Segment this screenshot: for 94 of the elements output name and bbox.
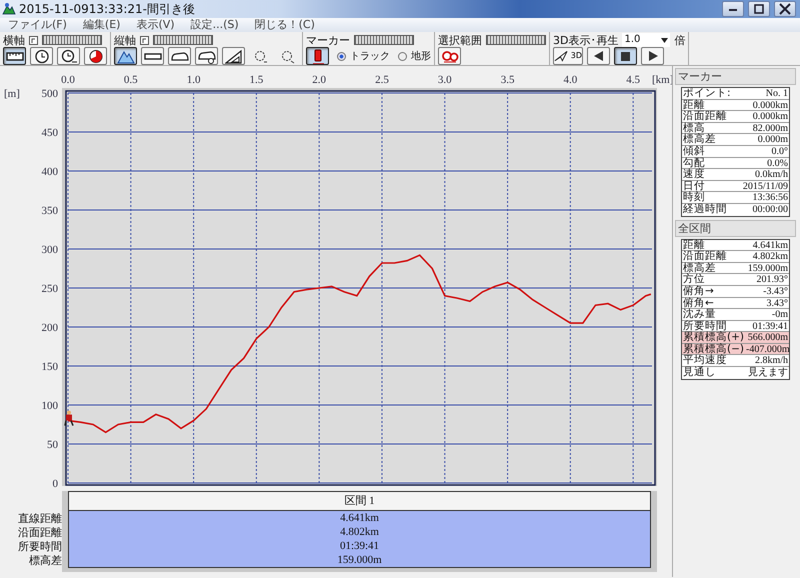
info-label: 勾配 xyxy=(683,158,705,168)
info-value: 00:00:00 xyxy=(751,204,788,216)
x-tick-label: 3.5 xyxy=(500,74,514,86)
info-value: -0m xyxy=(770,309,788,320)
info-label: 標高差 xyxy=(683,262,716,274)
row-label: 沿面距離 xyxy=(17,526,62,540)
group-label: 縦軸 xyxy=(114,34,136,46)
y-tick-label: 100 xyxy=(42,400,58,412)
info-value: No. 1 xyxy=(764,88,788,99)
info-label: 平均速度 xyxy=(683,355,727,366)
panel-header: マーカー xyxy=(675,68,796,85)
radio-option[interactable]: トラック xyxy=(337,48,390,64)
info-value: 0.000m xyxy=(756,134,788,145)
info-label: 日付 xyxy=(683,180,705,192)
info-label: 距離 xyxy=(683,100,705,110)
info-label: 沈み量 xyxy=(683,309,716,320)
info-label: 標高 xyxy=(683,122,705,134)
info-value: 見えます xyxy=(747,367,788,379)
y-tick-label: 300 xyxy=(42,244,58,256)
table-cell-text: 159.000m xyxy=(336,553,383,567)
info-label: 沿面距離 xyxy=(683,111,727,122)
panel-header: 全区間 xyxy=(675,220,796,237)
y-tick-label: 500 xyxy=(42,88,58,100)
section-header: 区間 1 xyxy=(68,491,651,511)
info-value: 201.93° xyxy=(756,274,788,285)
info-value: 3.43° xyxy=(766,298,788,308)
menu-item[interactable]: ファイル(F) xyxy=(8,18,67,32)
info-label: 俯角← xyxy=(683,298,714,308)
info-value: 4.802km xyxy=(752,251,788,262)
menu-item[interactable]: 編集(E) xyxy=(82,18,120,32)
x-tick-label: 3.0 xyxy=(438,74,452,86)
info-label: 累積標高(−) xyxy=(683,344,744,354)
info-label: 俯角→ xyxy=(683,286,714,296)
y-tick-label: 450 xyxy=(42,127,58,139)
x-tick-label: 0.0 xyxy=(61,74,75,86)
x-tick-label: 2.5 xyxy=(375,74,389,86)
info-value: 2015/11/09 xyxy=(742,180,788,192)
row-label: 直線距離 xyxy=(17,512,62,526)
info-value: 0.000km xyxy=(752,111,788,122)
radio-option[interactable]: 地形 xyxy=(398,48,431,64)
y-axis-unit: [m] xyxy=(4,88,20,100)
info-label: 傾斜 xyxy=(683,146,705,157)
table-cell-text: 01:39:41 xyxy=(338,539,380,553)
info-value: -3.43° xyxy=(762,286,788,296)
group-label: マーカー xyxy=(306,34,350,46)
x-tick-label: 0.5 xyxy=(124,74,138,86)
window-title: 2015-11-0913:33:21-間引き後 xyxy=(19,1,196,18)
info-label: 沿面距離 xyxy=(683,251,727,262)
info-label: 累積標高(+) xyxy=(683,332,744,343)
menu-item[interactable]: 閉じる！(C) xyxy=(254,18,315,32)
info-value: 0.0km/h xyxy=(754,169,788,180)
y-tick-label: 50 xyxy=(47,439,58,451)
y-tick-label: 250 xyxy=(42,283,58,295)
info-label: 時刻 xyxy=(683,192,705,203)
info-label: 見通し xyxy=(683,367,716,379)
y-tick-label: 0 xyxy=(52,478,58,490)
y-tick-label: 350 xyxy=(42,205,58,217)
menu-item[interactable]: 表示(V) xyxy=(136,18,175,32)
info-label: 速度 xyxy=(683,169,705,180)
row-label: 標高差 xyxy=(28,554,62,568)
info-label: 距離 xyxy=(683,240,705,250)
info-label: ポイント: xyxy=(683,88,731,99)
info-value: 13:36:56 xyxy=(751,192,788,203)
info-value: 4.641km xyxy=(752,240,788,250)
x-tick-label: 4.5 xyxy=(626,74,640,86)
speed-dropdown[interactable]: 1.0 xyxy=(622,33,670,47)
info-value: 566.000m xyxy=(746,332,788,343)
info-label: 経過時間 xyxy=(683,204,727,216)
group-label: 3D表示･再生 xyxy=(553,34,618,46)
x-tick-label: 4.0 xyxy=(564,74,578,86)
info-label: 所要時間 xyxy=(683,320,727,332)
info-value: 159.000m xyxy=(746,262,788,274)
info-value: 2.8km/h xyxy=(754,355,788,366)
info-value: 01:39:41 xyxy=(751,320,788,332)
group-label: 横軸 xyxy=(3,34,25,46)
info-value: 82.000m xyxy=(752,122,788,134)
group-label: 選択範囲 xyxy=(438,34,482,46)
info-value: 0.0% xyxy=(766,158,788,168)
row-label: 所要時間 xyxy=(17,540,62,554)
y-tick-label: 200 xyxy=(42,322,58,334)
y-tick-label: 150 xyxy=(42,361,58,373)
toolbar-button[interactable]: 3D xyxy=(553,47,583,65)
x-tick-label: 1.0 xyxy=(186,74,200,86)
x-tick-label: 2.0 xyxy=(312,74,326,86)
x-tick-label: 1.5 xyxy=(250,74,264,86)
y-tick-label: 400 xyxy=(42,166,58,178)
menu-item[interactable]: 設定...(S) xyxy=(190,18,239,32)
info-label: 方位 xyxy=(683,274,705,285)
table-cell-text: 4.641km xyxy=(339,511,380,525)
info-value: 0.000km xyxy=(752,100,788,110)
info-value: 0.0° xyxy=(770,146,788,157)
info-label: 標高差 xyxy=(683,134,716,145)
table-cell-text: 4.802km xyxy=(339,525,380,539)
unit-label: 倍 xyxy=(674,34,686,46)
